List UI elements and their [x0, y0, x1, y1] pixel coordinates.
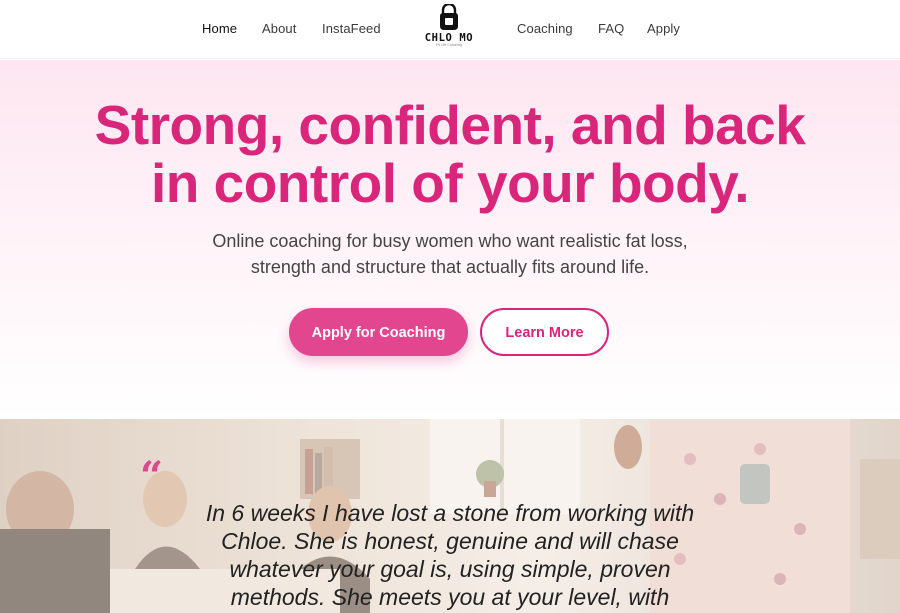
testimonial-line-4: methods. She meets you at your level, wi… [230, 584, 670, 610]
testimonial-section: “ In 6 weeks I have lost a stone from wo… [0, 419, 900, 613]
top-navigation: Home About InstaFeed CHLO MO Fit Life Co… [0, 0, 900, 59]
testimonial-quote: In 6 weeks I have lost a stone from work… [160, 499, 740, 611]
nav-link-instafeed[interactable]: InstaFeed [322, 21, 381, 36]
brand-logo[interactable]: CHLO MO Fit Life Coaching [418, 4, 480, 54]
nav-link-home[interactable]: Home [202, 21, 237, 36]
hero-headline-line-1: Strong, confident, and back [94, 94, 806, 156]
apply-for-coaching-button[interactable]: Apply for Coaching [289, 308, 468, 356]
hero-section: Strong, confident, and back in control o… [0, 60, 900, 419]
nav-link-apply[interactable]: Apply [647, 21, 680, 36]
testimonial-line-1: In 6 weeks I have lost a stone from work… [205, 500, 695, 526]
hero-subtitle-line-1: Online coaching for busy women who want … [212, 231, 688, 251]
nav-link-coaching[interactable]: Coaching [517, 21, 573, 36]
nav-link-faq[interactable]: FAQ [598, 21, 624, 36]
learn-more-button[interactable]: Learn More [480, 308, 609, 356]
hero-subtitle-line-2: strength and structure that actually fit… [250, 257, 650, 277]
nav-link-about[interactable]: About [262, 21, 296, 36]
hero-subtitle: Online coaching for busy women who want … [150, 228, 750, 280]
hero-headline-line-2: in control of your body. [150, 152, 750, 214]
testimonial-line-2: Chloe. She is honest, genuine and will c… [221, 528, 679, 554]
kettlebell-icon [440, 4, 458, 30]
logo-title: CHLO MO [424, 32, 474, 44]
quote-mark-icon: “ [140, 453, 164, 500]
hero-headline: Strong, confident, and back in control o… [40, 96, 860, 212]
testimonial-line-3: whatever your goal is, using simple, pro… [229, 556, 671, 582]
